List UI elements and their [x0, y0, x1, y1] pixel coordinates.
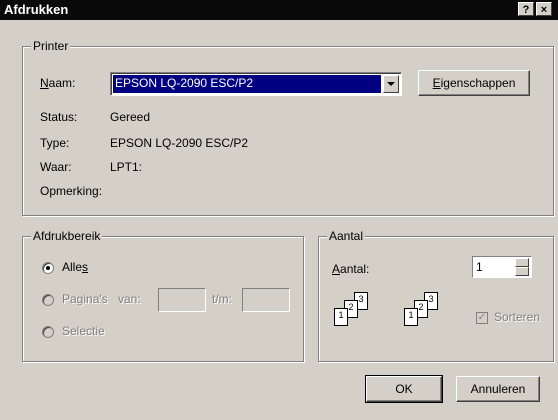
where-label: Waar:	[40, 160, 72, 174]
collate-page: 1	[334, 308, 348, 326]
copies-count-value: 1	[476, 260, 483, 274]
comment-label: Opmerking:	[40, 184, 103, 198]
radio-all[interactable]	[42, 262, 54, 274]
printer-group-label: Printer	[31, 39, 71, 53]
status-value: Gereed	[110, 110, 151, 124]
help-icon[interactable]: ?	[518, 2, 534, 16]
status-label: Status:	[40, 110, 78, 124]
copies-count-label: Aantal:	[332, 262, 370, 276]
spin-up-icon[interactable]	[515, 258, 529, 267]
spin-down-icon[interactable]	[515, 267, 529, 276]
pages-label: Pagina's	[62, 292, 108, 306]
title-bar: Afdrukken ? ×	[0, 0, 558, 20]
to-label: t/m:	[212, 292, 232, 306]
selection-label: Selectie	[62, 324, 105, 338]
window-title: Afdrukken	[4, 2, 69, 17]
name-label: Naam:	[40, 76, 76, 90]
from-label: van:	[118, 292, 141, 306]
type-value: EPSON LQ-2090 ESC/P2	[110, 136, 249, 150]
collate-label: Sorteren	[494, 310, 541, 324]
print-range-group-label: Afdrukbereik	[31, 229, 103, 243]
from-page-input[interactable]	[158, 288, 206, 312]
where-value: LPT1:	[110, 160, 143, 174]
to-page-input[interactable]	[242, 288, 290, 312]
copies-count-spinner[interactable]: 1	[472, 256, 532, 278]
radio-selection[interactable]	[42, 326, 54, 338]
type-label: Type:	[40, 136, 70, 150]
copies-group-label: Aantal	[327, 229, 366, 243]
chevron-down-icon[interactable]	[383, 75, 399, 93]
radio-pages[interactable]	[42, 294, 54, 306]
all-label: Alles	[62, 260, 89, 274]
close-icon[interactable]: ×	[536, 2, 552, 16]
collate-checkbox[interactable]: ✓	[476, 312, 488, 324]
cancel-button[interactable]: Annuleren	[456, 376, 540, 402]
printer-name-select[interactable]: EPSON LQ-2090 ESC/P2	[110, 72, 402, 96]
ok-button[interactable]: OK	[365, 375, 443, 403]
collate-page: 1	[404, 308, 418, 326]
printer-name-value: EPSON LQ-2090 ESC/P2	[113, 75, 381, 93]
properties-button[interactable]: Eigenschappen	[418, 70, 530, 96]
